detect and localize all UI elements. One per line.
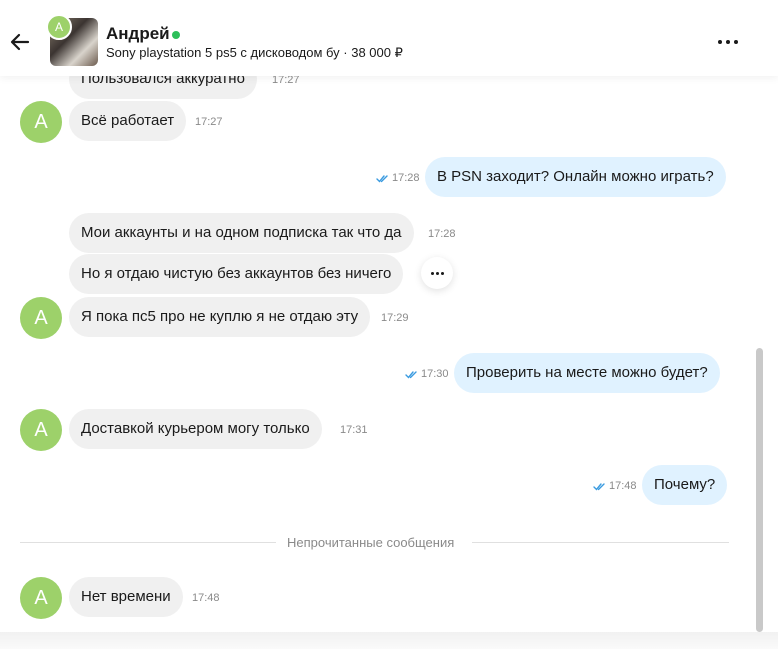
back-arrow-icon[interactable]: [8, 30, 32, 54]
message-bubble-incoming: Нет времени: [69, 577, 183, 617]
sender-avatar: А: [20, 297, 62, 339]
sender-avatar: А: [20, 577, 62, 619]
read-checkmarks-icon: [593, 483, 605, 491]
message-bubble-outgoing: Почему?: [642, 465, 728, 505]
message-bubble-outgoing: Проверить на месте можно будет?: [454, 353, 720, 393]
message-bubble-outgoing: В PSN заходит? Онлайн можно играть?: [425, 157, 726, 197]
message-time: 17:29: [381, 312, 409, 324]
contact-name[interactable]: Андрей: [106, 24, 170, 44]
more-options-icon[interactable]: [716, 32, 740, 52]
message-time: 17:27: [195, 116, 223, 128]
message-bubble-incoming: Доставкой курьером могу только: [69, 409, 322, 449]
message-time: 17:28: [392, 172, 420, 184]
chat-header: А Андрей Sony playstation 5 ps5 с дисков…: [0, 0, 778, 76]
message-bubble-incoming: Я пока пс5 про не куплю я не отдаю эту: [69, 297, 371, 337]
online-status-dot: [172, 31, 180, 39]
message-bubble-incoming: Всё работает: [69, 101, 187, 141]
message-time: 17:48: [609, 480, 637, 492]
contact-avatar-badge: А: [46, 14, 72, 40]
message-time: 17:30: [421, 368, 449, 380]
divider-line: [20, 542, 276, 543]
message-time: 17:31: [340, 424, 368, 436]
unread-divider-label: Непрочитанные сообщения: [287, 535, 455, 550]
composer-edge: [0, 632, 778, 649]
message-bubble-incoming: Но я отдаю чистую без аккаунтов без ниче…: [69, 254, 404, 294]
read-checkmarks-icon: [405, 371, 417, 379]
scrollbar-thumb[interactable]: [756, 348, 763, 632]
message-time: 17:48: [192, 592, 220, 604]
listing-title[interactable]: Sony playstation 5 ps5 с дисководом бу ·…: [106, 45, 403, 61]
sender-avatar: А: [20, 409, 62, 451]
read-checkmarks-icon: [376, 175, 388, 183]
divider-line: [472, 542, 729, 543]
message-actions-icon[interactable]: [421, 257, 453, 289]
sender-avatar: А: [20, 101, 62, 143]
message-time: 17:28: [428, 228, 456, 240]
message-bubble-incoming: Мои аккаунты и на одном подписка так что…: [69, 213, 414, 253]
